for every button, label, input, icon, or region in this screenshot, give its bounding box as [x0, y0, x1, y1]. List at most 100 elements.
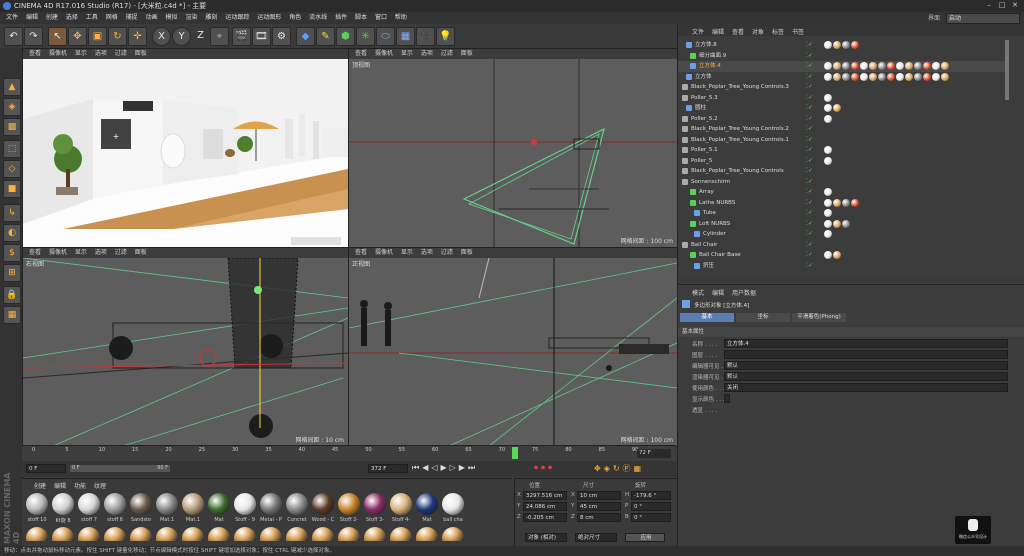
x-axis-icon[interactable]: X: [152, 27, 171, 46]
key-controls[interactable]: ✥◈↻Ⓟ▦: [594, 463, 674, 475]
material-tag-icon[interactable]: [869, 72, 877, 81]
timeline-ruler[interactable]: 05101520253035404550556065707275808590 7…: [22, 445, 676, 462]
tweak-icon[interactable]: ◐: [3, 224, 21, 242]
object-row[interactable]: Tube ⁚✓: [678, 208, 1008, 219]
object-row[interactable]: Ball Chair Base ⁚✓: [678, 250, 1008, 261]
material-tag-icon[interactable]: [923, 62, 931, 70]
material-tag-icon[interactable]: [833, 72, 841, 81]
camera-icon[interactable]: 🎥: [416, 27, 435, 46]
material-tag-icon[interactable]: [905, 62, 913, 70]
vp-menu-display[interactable]: 显示: [401, 49, 413, 59]
object-name[interactable]: Black_Poplar_Tree_Young Controls.1: [691, 135, 789, 145]
material-tag-icon[interactable]: [824, 209, 832, 217]
material-tag-icon[interactable]: [860, 72, 868, 81]
material-tag-icon[interactable]: [824, 104, 832, 112]
vp-menu-filter[interactable]: 过滤: [115, 49, 127, 59]
range-slider[interactable]: 0 F 90 F: [70, 465, 170, 472]
vp-menu-filter[interactable]: 过滤: [441, 248, 453, 258]
material-swatch-row2[interactable]: [286, 527, 308, 541]
layout-select[interactable]: 启动: [946, 13, 1020, 24]
snap-icon[interactable]: $: [3, 244, 21, 262]
tab-basic[interactable]: 基本: [680, 313, 734, 322]
floor-icon[interactable]: ▦: [396, 27, 415, 46]
material-swatch[interactable]: [364, 493, 386, 515]
axis-mode-icon[interactable]: ↳: [3, 204, 21, 222]
material-tag-icon[interactable]: [914, 72, 922, 81]
undo-icon[interactable]: ↶: [4, 27, 23, 46]
material-tag-icon[interactable]: [833, 251, 841, 259]
material-swatch-row2[interactable]: [26, 527, 48, 541]
apply-button[interactable]: 应用: [625, 533, 665, 542]
material-swatch[interactable]: [52, 493, 74, 515]
texture-mode-icon[interactable]: ▩: [3, 118, 21, 136]
material-swatch-row2[interactable]: [130, 527, 152, 541]
recent-tool-icon[interactable]: ✛: [128, 27, 147, 46]
visibility-toggle[interactable]: ⁚✓: [806, 167, 820, 175]
material-tag-icon[interactable]: [824, 146, 832, 154]
cube-icon[interactable]: ◆: [296, 27, 315, 46]
object-row[interactable]: Poller_5 ⁚✓: [678, 156, 1008, 167]
menu-snap[interactable]: 捕捉: [126, 12, 138, 24]
object-name[interactable]: 立方体.8: [695, 40, 717, 50]
object-row[interactable]: Sonnenschirm ⁚✓: [678, 177, 1008, 188]
attribute-value[interactable]: 默认: [724, 361, 1008, 370]
material-tag-icon[interactable]: [824, 41, 832, 49]
material-tag-icon[interactable]: [842, 72, 850, 81]
maximize-icon[interactable]: □: [997, 1, 1007, 10]
attribute-value[interactable]: 关闭: [724, 383, 1008, 392]
viewport-front[interactable]: 查看 摄像机 显示 选项 过滤 面板 正视图 网格间距 : 100 cm: [348, 247, 678, 447]
object-name[interactable]: Poller_5: [691, 156, 712, 166]
visibility-toggle[interactable]: ⁚✓: [806, 199, 820, 207]
transport-controls[interactable]: ⏮◀◁▶▷▶⏭: [412, 463, 532, 475]
material-tag-icon[interactable]: [914, 62, 922, 70]
menu-select[interactable]: 选择: [66, 12, 78, 24]
object-name[interactable]: Cylinder: [703, 229, 726, 239]
visibility-toggle[interactable]: ⁚✓: [806, 115, 820, 123]
visibility-toggle[interactable]: ⁚✓: [806, 157, 820, 165]
visibility-toggle[interactable]: ⁚✓: [806, 52, 820, 60]
material-tag-icon[interactable]: [860, 62, 868, 70]
menu-motion-tracking[interactable]: 运动跟踪: [225, 12, 249, 24]
object-row[interactable]: Black_Poplar_Tree_Young Controls ⁚✓: [678, 166, 1008, 177]
att-menu-userdata[interactable]: 用户数据: [732, 288, 756, 297]
material-swatch-row2[interactable]: [260, 527, 282, 541]
object-name[interactable]: Ball Chair: [691, 240, 717, 250]
object-row[interactable]: Cylinder ⁚✓: [678, 229, 1008, 240]
visibility-toggle[interactable]: ⁚✓: [806, 230, 820, 238]
attribute-value[interactable]: 立方体.4: [724, 339, 1008, 348]
points-mode-icon[interactable]: ⬚: [3, 140, 21, 158]
scale-icon[interactable]: ▣: [88, 27, 107, 46]
material-swatch-row2[interactable]: [312, 527, 334, 541]
coord-rotation-field[interactable]: -179.6 °: [631, 491, 671, 500]
material-tag-icon[interactable]: [833, 198, 841, 207]
close-icon[interactable]: ✕: [1010, 1, 1020, 10]
menu-mesh[interactable]: 网格: [106, 12, 118, 24]
object-name[interactable]: 挤压: [703, 261, 714, 271]
menu-help[interactable]: 帮助: [395, 12, 407, 24]
vp-menu-view[interactable]: 查看: [29, 248, 41, 258]
z-axis-icon[interactable]: Z: [192, 27, 209, 44]
mat-menu-function[interactable]: 功能: [74, 481, 86, 490]
edges-mode-icon[interactable]: ◇: [3, 160, 21, 178]
material-swatch-row2[interactable]: [182, 527, 204, 541]
obj-menu-edit[interactable]: 编辑: [712, 27, 724, 36]
coord-position-field[interactable]: -0.205 cm: [523, 513, 567, 522]
obj-menu-tags[interactable]: 标签: [772, 27, 784, 36]
material-swatch-row2[interactable]: [364, 527, 386, 541]
object-row[interactable]: Poller_5.2 ⁚✓: [678, 114, 1008, 125]
material-swatch-row2[interactable]: [104, 527, 126, 541]
mat-menu-edit[interactable]: 编辑: [54, 481, 66, 490]
material-tag-icon[interactable]: [842, 41, 850, 49]
material-tag-icon[interactable]: [932, 62, 940, 70]
vp-menu-camera[interactable]: 摄像机: [375, 49, 393, 59]
tab-phong[interactable]: 平滑着色(Phong): [792, 313, 846, 322]
array-icon[interactable]: ✳: [356, 27, 375, 46]
material-tag-icon[interactable]: [869, 62, 877, 70]
menu-character[interactable]: 角色: [289, 12, 301, 24]
visibility-toggle[interactable]: ⁚✓: [806, 73, 820, 81]
object-row[interactable]: Loft NURBS ⁚✓: [678, 219, 1008, 230]
visibility-toggle[interactable]: ⁚✓: [806, 178, 820, 186]
material-swatch[interactable]: [312, 493, 334, 515]
vp-menu-camera[interactable]: 摄像机: [49, 49, 67, 59]
att-menu-edit[interactable]: 编辑: [712, 288, 724, 297]
